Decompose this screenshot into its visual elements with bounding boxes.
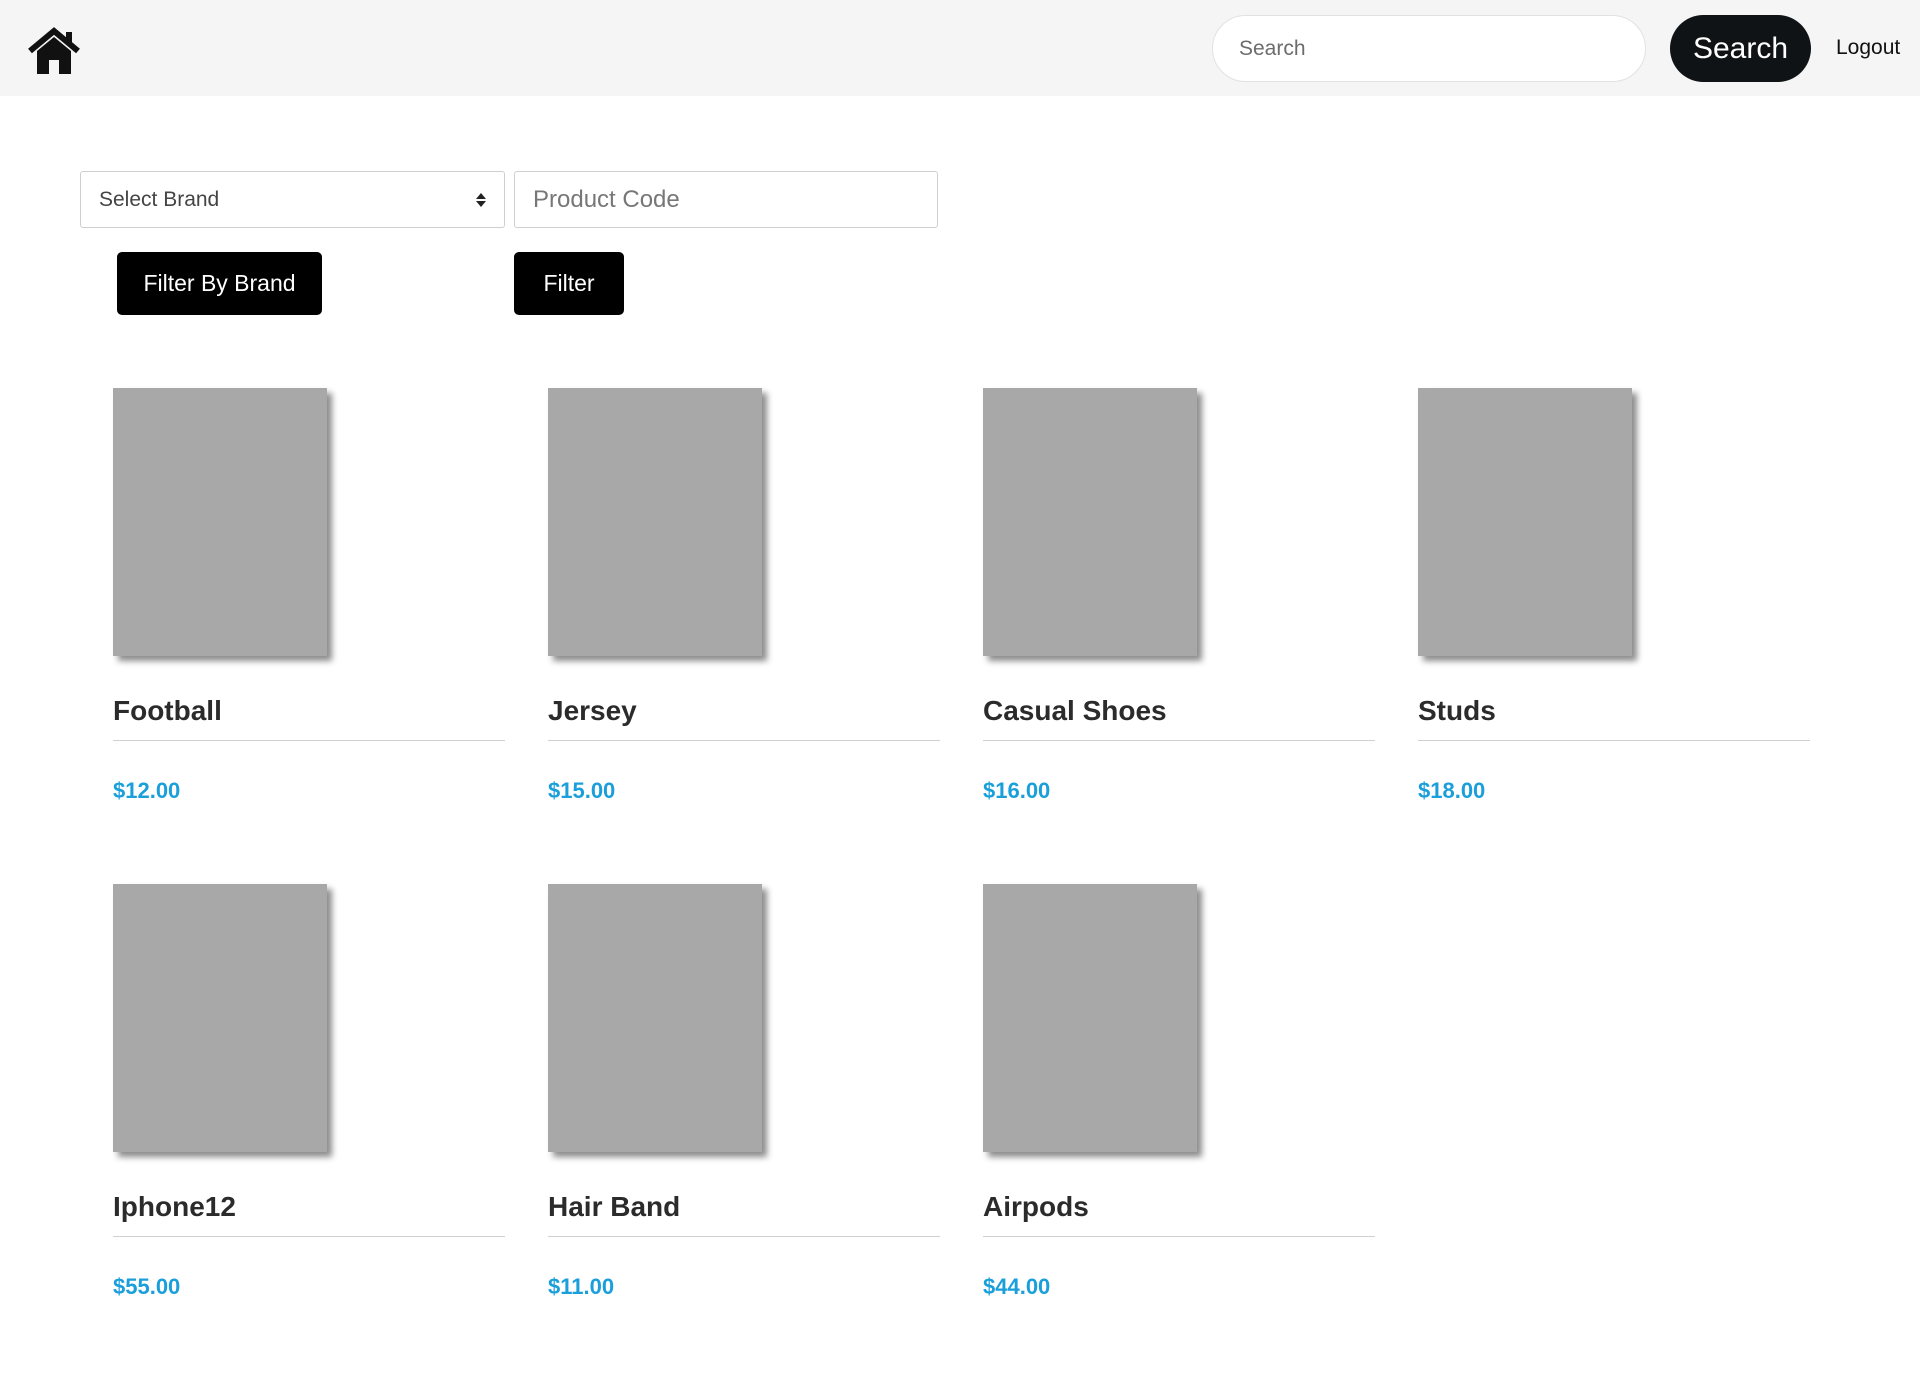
sort-arrows-icon: [476, 192, 486, 207]
product-price: $44.00: [983, 1274, 1051, 1299]
product-price: $12.00: [113, 778, 181, 803]
product-name[interactable]: Studs: [1418, 694, 1496, 728]
product-card[interactable]: Hair Band $11.00: [548, 884, 940, 1304]
product-name[interactable]: Casual Shoes: [983, 694, 1167, 728]
product-image[interactable]: [983, 388, 1197, 656]
brand-select-value: Select Brand: [99, 187, 220, 211]
search-input[interactable]: [1212, 15, 1646, 82]
divider: [113, 740, 505, 741]
product-image[interactable]: [1418, 388, 1632, 656]
product-card[interactable]: Airpods $44.00: [983, 884, 1375, 1304]
home-link[interactable]: [26, 26, 82, 76]
product-image[interactable]: [113, 388, 327, 656]
divider: [548, 740, 940, 741]
product-image[interactable]: [548, 884, 762, 1152]
product-name[interactable]: Iphone12: [113, 1190, 236, 1224]
product-price: $15.00: [548, 778, 616, 803]
product-name[interactable]: Airpods: [983, 1190, 1089, 1224]
divider: [983, 1236, 1375, 1237]
search-button[interactable]: Search: [1670, 15, 1811, 82]
logout-link[interactable]: Logout: [1836, 34, 1900, 62]
product-name[interactable]: Jersey: [548, 694, 637, 728]
product-card[interactable]: Iphone12 $55.00: [113, 884, 505, 1304]
product-price: $11.00: [548, 1274, 615, 1299]
product-code-input[interactable]: [514, 171, 938, 228]
product-card[interactable]: Studs $18.00: [1418, 388, 1810, 808]
product-card[interactable]: Jersey $15.00: [548, 388, 940, 808]
product-image[interactable]: [983, 884, 1197, 1152]
product-image[interactable]: [113, 884, 327, 1152]
product-card[interactable]: Football $12.00: [113, 388, 505, 808]
brand-select[interactable]: Select Brand: [80, 171, 505, 228]
filter-by-brand-button[interactable]: Filter By Brand: [117, 252, 322, 315]
divider: [548, 1236, 940, 1237]
product-name[interactable]: Hair Band: [548, 1190, 680, 1224]
product-price: $16.00: [983, 778, 1051, 803]
product-card[interactable]: Casual Shoes $16.00: [983, 388, 1375, 808]
product-price: $18.00: [1418, 778, 1486, 803]
product-image[interactable]: [548, 388, 762, 656]
divider: [113, 1236, 505, 1237]
divider: [983, 740, 1375, 741]
product-name[interactable]: Football: [113, 694, 222, 728]
divider: [1418, 740, 1810, 741]
filter-button[interactable]: Filter: [514, 252, 624, 315]
product-price: $55.00: [113, 1274, 181, 1299]
home-icon: [28, 27, 80, 74]
navbar: Search Logout: [0, 0, 1920, 96]
